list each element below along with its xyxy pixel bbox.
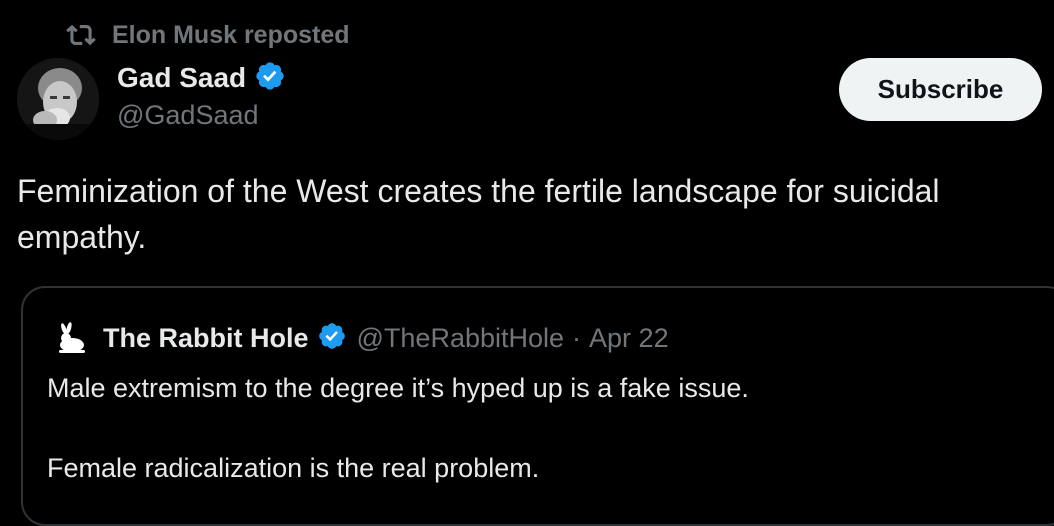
quoted-tweet-date[interactable]: Apr 22: [589, 323, 669, 354]
quoted-tweet-body: Male extremism to the degree it’s hyped …: [47, 368, 1037, 488]
quoted-author-handle[interactable]: @TheRabbitHole: [357, 323, 565, 354]
separator-dot: ·: [572, 322, 582, 353]
author-name[interactable]: Gad Saad: [117, 62, 246, 94]
subscribe-button[interactable]: Subscribe: [839, 58, 1042, 121]
quoted-tweet-header: The Rabbit Hole @TheRabbitHole · Apr 22: [51, 318, 669, 358]
verified-badge-icon: [317, 321, 347, 356]
quoted-author-name[interactable]: The Rabbit Hole: [103, 323, 309, 354]
repost-icon: [64, 20, 98, 50]
author-avatar[interactable]: [17, 58, 99, 140]
quoted-tweet-line: Male extremism to the degree it’s hyped …: [47, 373, 749, 403]
verified-badge-icon: [254, 60, 286, 97]
rabbit-icon[interactable]: [51, 318, 91, 358]
quoted-tweet-line: Female radicalization is the real proble…: [47, 453, 540, 483]
repost-label[interactable]: Elon Musk reposted: [112, 21, 350, 50]
repost-indicator[interactable]: Elon Musk reposted: [64, 18, 350, 52]
author-handle[interactable]: @GadSaad: [117, 100, 259, 131]
tweet-text: Feminization of the West creates the fer…: [17, 173, 940, 255]
quoted-tweet-card[interactable]: The Rabbit Hole @TheRabbitHole · Apr 22 …: [21, 286, 1054, 526]
author-name-row[interactable]: Gad Saad: [117, 60, 286, 96]
